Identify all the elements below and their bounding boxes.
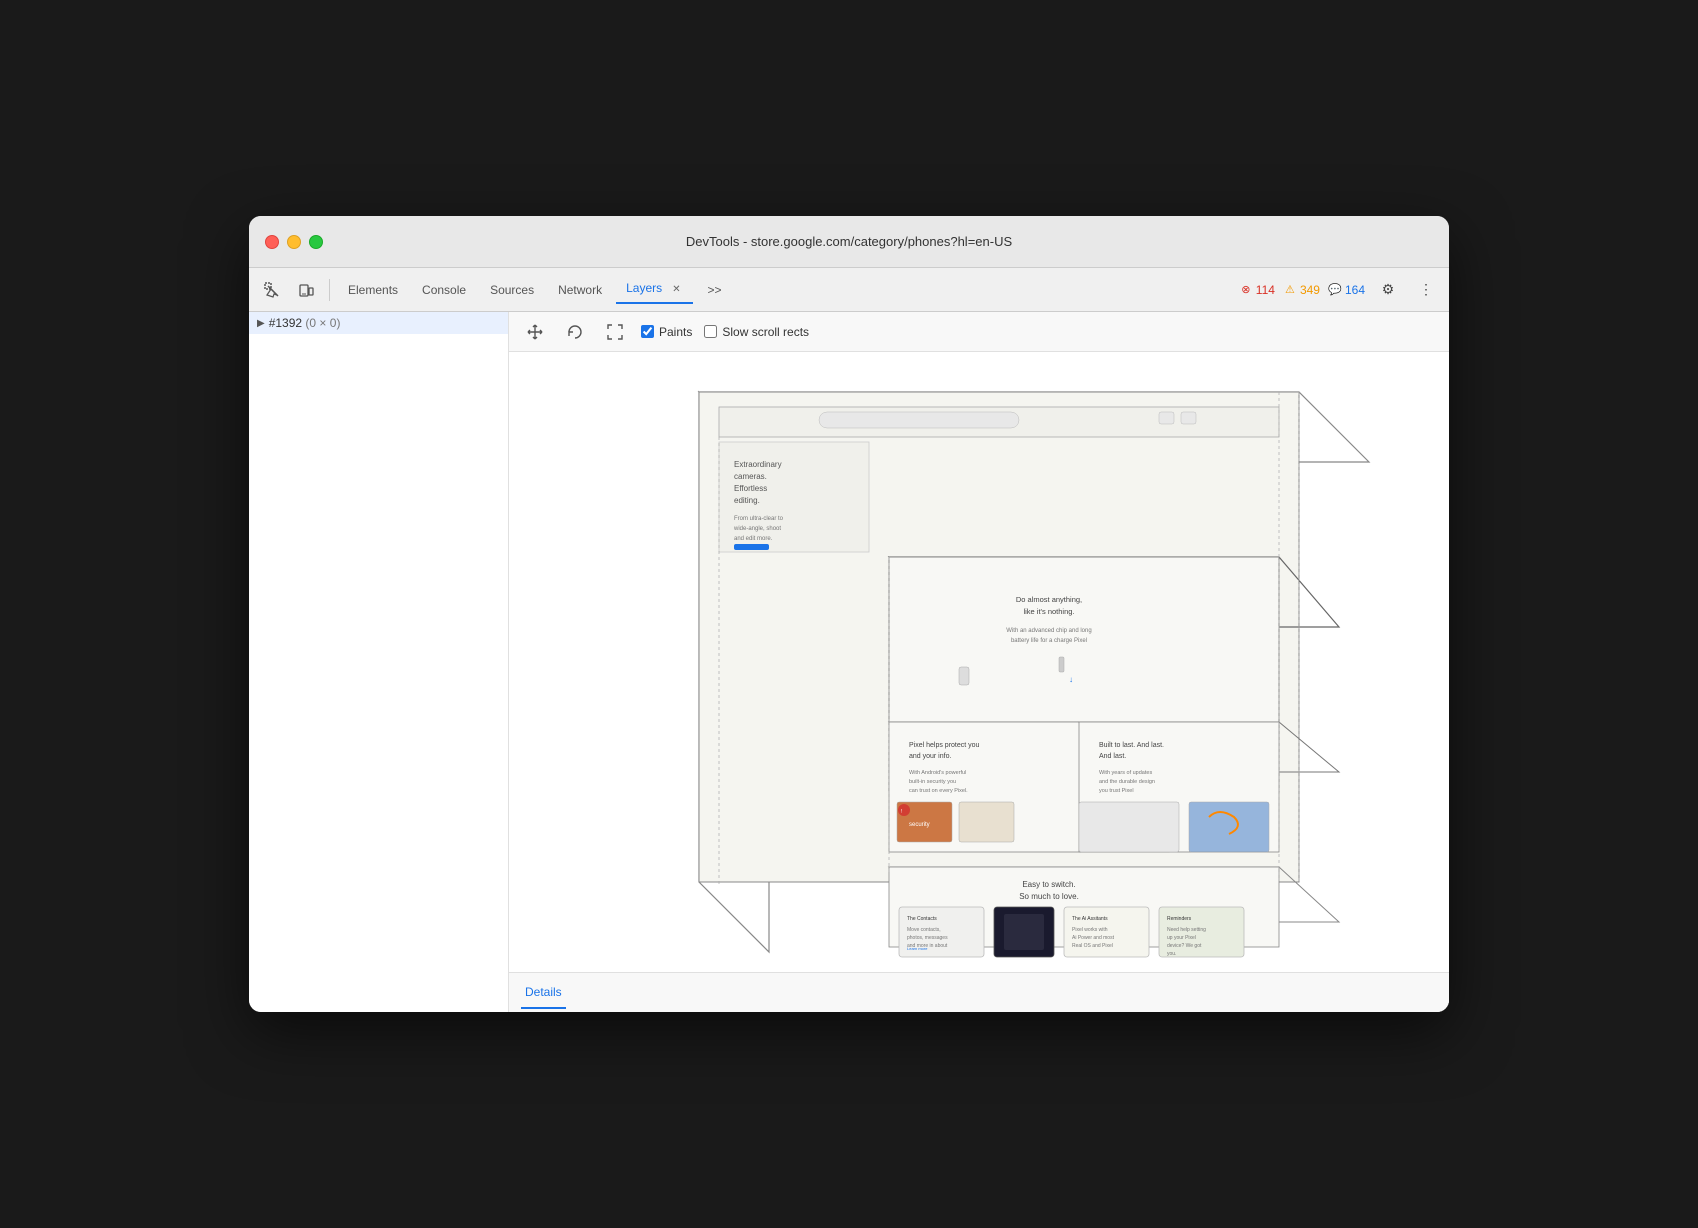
svg-text:Extraordinary: Extraordinary — [734, 460, 782, 469]
layer-item-label: #1392 (0 × 0) — [269, 316, 341, 330]
svg-text:editing.: editing. — [734, 496, 760, 505]
titlebar: DevTools - store.google.com/category/pho… — [249, 216, 1449, 268]
node-dims: (0 × 0) — [305, 316, 340, 330]
message-badge[interactable]: 💬 164 — [1328, 283, 1365, 297]
svg-text:photos, messages: photos, messages — [907, 935, 948, 941]
paints-checkbox-label[interactable]: Paints — [641, 325, 692, 339]
devtools-body: ▶ #1392 (0 × 0) — [249, 312, 1449, 1012]
element-picker-button[interactable] — [257, 275, 287, 305]
svg-text:and your info.: and your info. — [909, 753, 951, 760]
layers-toolbar: Paints Slow scroll rects — [509, 312, 1449, 352]
error-icon: ⊗ — [1239, 283, 1253, 297]
svg-text:Move contacts,: Move contacts, — [907, 927, 941, 933]
layers-viewport[interactable]: Extraordinary cameras. Effortless editin… — [509, 352, 1449, 972]
minimize-button[interactable] — [287, 235, 301, 249]
close-button[interactable] — [265, 235, 279, 249]
details-tab[interactable]: Details — [521, 977, 566, 1009]
tab-sources[interactable]: Sources — [480, 277, 544, 303]
slow-scroll-checkbox-label[interactable]: Slow scroll rects — [704, 325, 809, 339]
slow-scroll-label: Slow scroll rects — [722, 325, 809, 339]
svg-text:With an advanced chip and long: With an advanced chip and long — [1006, 628, 1091, 634]
svg-text:wide-angle, shoot: wide-angle, shoot — [733, 526, 781, 532]
svg-text:Pixel helps protect you: Pixel helps protect you — [909, 742, 980, 749]
svg-text:Learn more: Learn more — [907, 946, 928, 951]
svg-text:Ai Power and most: Ai Power and most — [1072, 935, 1115, 941]
svg-text:So much to love.: So much to love. — [1019, 892, 1079, 901]
toolbar-divider — [329, 279, 330, 301]
svg-text:From ultra-clear to: From ultra-clear to — [734, 516, 784, 522]
warning-count: 349 — [1300, 283, 1320, 297]
traffic-lights — [265, 235, 323, 249]
paints-label: Paints — [659, 325, 692, 339]
svg-text:Need help setting: Need help setting — [1167, 927, 1206, 933]
svg-text:and the durable design: and the durable design — [1099, 779, 1155, 785]
toolbar-right: ⊗ 114 ⚠ 349 💬 164 ⚙ ⋮ — [1239, 275, 1441, 305]
pan-tool-button[interactable] — [521, 318, 549, 346]
svg-text:built-in security you: built-in security you — [909, 779, 956, 785]
tab-layers-close[interactable]: ✕ — [669, 282, 683, 296]
svg-text:you.: you. — [1167, 951, 1176, 957]
fit-screen-button[interactable] — [601, 318, 629, 346]
message-icon: 💬 — [1328, 283, 1342, 297]
window-title: DevTools - store.google.com/category/pho… — [686, 234, 1012, 249]
tree-arrow: ▶ — [257, 318, 265, 329]
svg-text:With years of updates: With years of updates — [1099, 770, 1152, 776]
svg-text:Easy to switch.: Easy to switch. — [1022, 880, 1075, 889]
svg-text:battery life for a charge Pixe: battery life for a charge Pixel — [1011, 638, 1087, 644]
svg-text:up your Pixel: up your Pixel — [1167, 935, 1196, 941]
details-bar: Details — [509, 972, 1449, 1012]
error-badge[interactable]: ⊗ 114 — [1239, 283, 1275, 297]
svg-text:cameras.: cameras. — [734, 472, 767, 481]
svg-text:Effortless: Effortless — [734, 484, 767, 493]
svg-text:The Contacts: The Contacts — [907, 916, 937, 922]
tab-network[interactable]: Network — [548, 277, 612, 303]
more-options-button[interactable]: ⋮ — [1411, 275, 1441, 305]
devtools-toolbar: Elements Console Sources Network Layers … — [249, 268, 1449, 312]
svg-text:Real OS and Pixel: Real OS and Pixel — [1072, 943, 1113, 949]
device-toolbar-button[interactable] — [291, 275, 321, 305]
layers-canvas: Extraordinary cameras. Effortless editin… — [509, 352, 1449, 972]
svg-text:device? We got: device? We got — [1167, 943, 1202, 949]
svg-text:And last.: And last. — [1099, 753, 1126, 760]
warning-badge[interactable]: ⚠ 349 — [1283, 283, 1320, 297]
tab-more[interactable]: >> — [697, 277, 731, 303]
svg-text:security: security — [909, 822, 930, 828]
svg-text:can trust on every Pixel.: can trust on every Pixel. — [909, 788, 968, 794]
svg-text:!: ! — [901, 809, 902, 815]
tab-console[interactable]: Console — [412, 277, 476, 303]
paints-checkbox[interactable] — [641, 325, 654, 338]
svg-text:and edit more.: and edit more. — [734, 536, 773, 542]
layer-group-main: Extraordinary cameras. Effortless editin… — [699, 392, 1369, 957]
svg-text:you trust Pixel: you trust Pixel — [1099, 788, 1134, 794]
svg-text:like it's nothing.: like it's nothing. — [1023, 607, 1074, 616]
devtools-window: DevTools - store.google.com/category/pho… — [249, 216, 1449, 1012]
settings-button[interactable]: ⚙ — [1373, 275, 1403, 305]
error-count: 114 — [1256, 283, 1275, 297]
maximize-button[interactable] — [309, 235, 323, 249]
layers-sidebar: ▶ #1392 (0 × 0) — [249, 312, 509, 1012]
warning-icon: ⚠ — [1283, 283, 1297, 297]
layers-panel: Paints Slow scroll rects — [509, 312, 1449, 1012]
node-id: #1392 — [269, 316, 302, 330]
svg-text:↓: ↓ — [1069, 675, 1073, 684]
slow-scroll-checkbox[interactable] — [704, 325, 717, 338]
tab-elements[interactable]: Elements — [338, 277, 408, 303]
message-count: 164 — [1345, 283, 1365, 297]
svg-text:The Ai Assitants: The Ai Assitants — [1072, 916, 1108, 922]
svg-text:Built to last. And last.: Built to last. And last. — [1099, 742, 1164, 749]
layer-item[interactable]: ▶ #1392 (0 × 0) — [249, 312, 508, 334]
rotate-tool-button[interactable] — [561, 318, 589, 346]
tab-layers[interactable]: Layers ✕ — [616, 275, 693, 305]
svg-text:With Android's powerful: With Android's powerful — [909, 770, 966, 776]
svg-text:Reminders: Reminders — [1167, 916, 1192, 922]
svg-text:Pixel works with: Pixel works with — [1072, 927, 1108, 933]
svg-text:Do almost anything,: Do almost anything, — [1016, 595, 1082, 604]
